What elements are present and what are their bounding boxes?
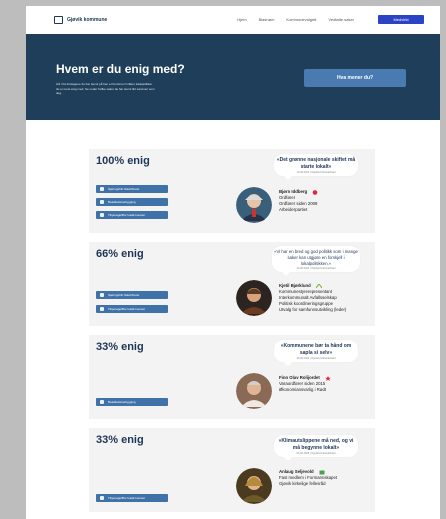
nav-item-2[interactable]: Blasnøm	[259, 17, 275, 22]
quote-text: «Vi har en bred og god politikk som i ma…	[274, 249, 358, 266]
brand[interactable]: Gjøvik kommune	[54, 16, 107, 24]
politician-info: Anlaug Seljevold Fast medlem i Formannsk…	[279, 469, 337, 487]
page: Gjøvik kommune Hjem Blasnøm Kommunevalge…	[26, 6, 440, 519]
avatar	[236, 468, 272, 504]
topic-pill[interactable]: Tilrjenageliffor lokalt kunster	[96, 305, 168, 313]
nav-item-4[interactable]: Vedtatte saker	[328, 17, 354, 22]
quote-source: 20.08.2023 | Oppland Arbeiderblad	[296, 267, 336, 271]
quote-text: «Kommunene bør ta hånd om sapla si selv»	[280, 343, 352, 356]
party-logo-icon	[312, 189, 318, 195]
topic-icon	[100, 187, 104, 191]
quote-source: 29.05.2023 | Oppland Arbeiderblad	[296, 357, 336, 360]
municipality-logo-icon	[54, 16, 63, 24]
avatar	[236, 187, 272, 223]
what-do-you-think-button[interactable]: Hva mener du?	[304, 69, 406, 87]
topic-pill[interactable]: Tilrjenageliffor lokalt kunster	[96, 211, 168, 219]
quote-source: 04.02.2023 | Oppland Arbeiderblad	[296, 452, 336, 455]
top-bar: Gjøvik kommune Hjem Blasnøm Kommunevalge…	[26, 6, 440, 34]
hero-banner: Hvem er du enig med? Gå i fra forslagene…	[26, 34, 440, 120]
politician-detail: Utvalg for samfunnsutvikling (leder)	[279, 307, 347, 312]
avatar	[236, 373, 272, 409]
politician-info: Kjetil Bjørklund Kommunestyrerepresentan…	[279, 283, 346, 313]
match-percent: 100% enig	[96, 155, 150, 167]
match-card[interactable]: 33% enig Boadliolokosbygging «Kommunene …	[89, 335, 375, 419]
topic-icon	[100, 293, 104, 297]
quote-source: 13.09.2023 | Oppland Arbeiderblad	[296, 171, 336, 174]
topic-pill[interactable]: Sjøringsfritt fiskefriheter	[96, 185, 168, 193]
politician-detail: Gjøvik kirkelige fellesråd	[279, 481, 326, 486]
match-percent: 33% enig	[96, 341, 144, 353]
thumbs-up-icon	[100, 400, 104, 404]
quote-text: «Klimautslippene må ned, og vi må begynn…	[278, 438, 354, 451]
results-list: 100% enig Sjøringsfritt fiskefriheter Bo…	[26, 120, 440, 519]
party-logo-icon	[315, 283, 322, 288]
politician-detail: Økonomiansvarlig i Rødt	[279, 387, 327, 392]
party-logo-icon	[319, 470, 325, 474]
topic-icon	[100, 496, 104, 500]
politician-info: Finn Olav Rolijordet Varaordfører siden …	[279, 375, 331, 393]
match-card[interactable]: 66% enig Sjøringsfritt fiskefriheter Til…	[89, 242, 375, 326]
topic-pill[interactable]: Boadliolokosbygging	[96, 198, 168, 206]
match-card[interactable]: 100% enig Sjøringsfritt fiskefriheter Bo…	[89, 149, 375, 233]
quote-bubble: «Det grønne nasjonale skiftet må starte …	[274, 154, 358, 180]
topic-pill[interactable]: Boadliolokosbygging	[96, 398, 168, 406]
topic-icon	[100, 307, 104, 311]
quote-bubble: «Kommunene bør ta hånd om sapla si selv»…	[274, 340, 358, 366]
hero-lede: Gå i fra forslagene du har stemt på hen …	[56, 82, 155, 95]
topic-icon	[100, 213, 104, 217]
quote-text: «Det grønne nasjonale skiftet må starte …	[276, 157, 356, 170]
avatar	[236, 280, 272, 316]
topic-pill[interactable]: Tilrjenageliffor lokalt kunster	[96, 494, 168, 502]
hero-title: Hvem er du enig med?	[56, 62, 185, 76]
politician-party: Arbeiderpartiet	[279, 207, 308, 212]
nav-item-home[interactable]: Hjem	[237, 17, 246, 22]
quote-bubble: «Vi har en bred og god politikk som i ma…	[272, 246, 360, 277]
match-percent: 66% enig	[96, 248, 144, 260]
match-percent: 33% enig	[96, 434, 144, 446]
main-nav: Hjem Blasnøm Kommunevalgett Vedtatte sak…	[237, 17, 354, 22]
match-card[interactable]: 33% enig Tilrjenageliffor lokalt kunster…	[89, 428, 375, 512]
quote-bubble: «Klimautslippene må ned, og vi må begynn…	[274, 435, 358, 461]
topic-pill[interactable]: Sjøringsfritt fiskefriheter	[96, 291, 168, 299]
politician-info: Bjørn Iddberg Ordfører Ordfører siden 20…	[279, 189, 318, 213]
thumbs-up-icon	[100, 200, 104, 204]
party-logo-icon	[325, 375, 331, 381]
nav-item-3[interactable]: Kommunevalgett	[286, 17, 316, 22]
cta-button[interactable]: Medvirkt	[378, 15, 424, 24]
brand-name: Gjøvik kommune	[67, 17, 108, 23]
